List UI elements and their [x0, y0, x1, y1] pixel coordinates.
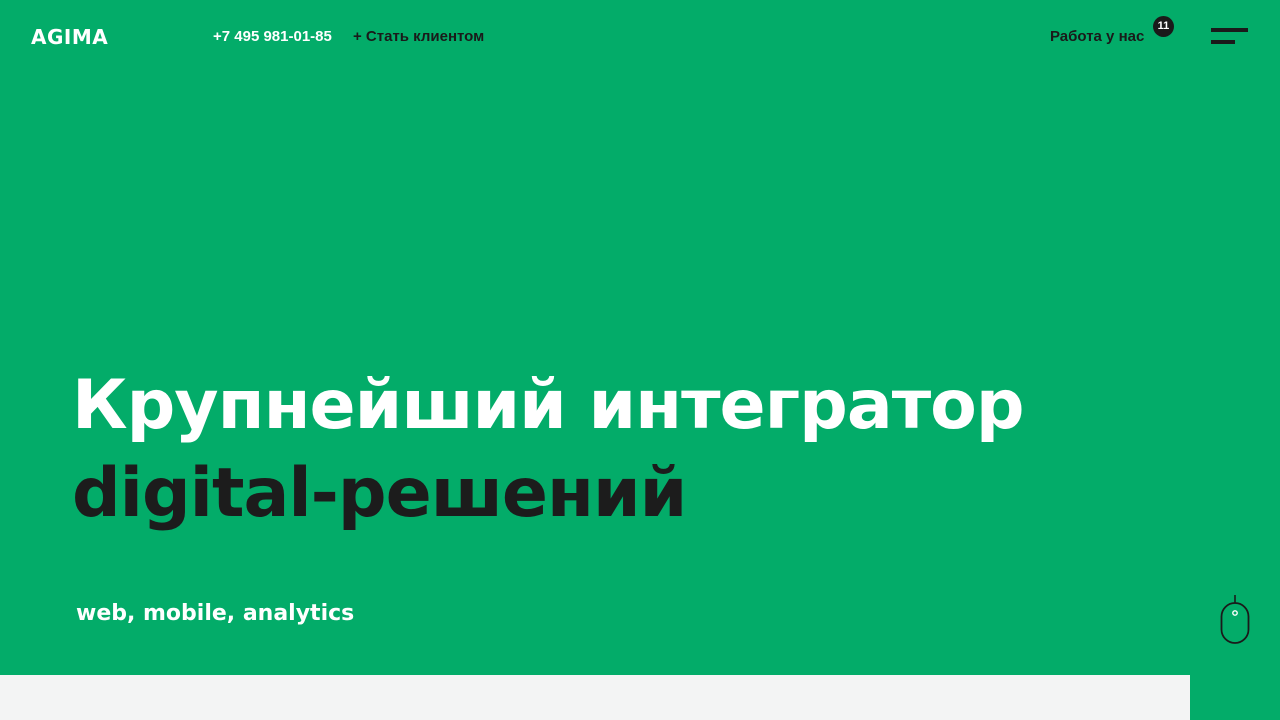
hero-title: Крупнейший интегратор digital-решений: [72, 362, 1025, 538]
mouse-scroll-icon[interactable]: [1219, 595, 1251, 647]
site-header: AGIMA +7 495 981-01-85 + Стать клиентом …: [0, 0, 1280, 72]
phone-link[interactable]: +7 495 981-01-85: [213, 28, 332, 46]
menu-bar-top: [1211, 28, 1248, 32]
become-client-link[interactable]: + Стать клиентом: [353, 28, 484, 46]
hero-title-line1: Крупнейший интегратор: [72, 366, 1025, 445]
next-section-strip: [0, 675, 1190, 720]
landing-page: AGIMA +7 495 981-01-85 + Стать клиентом …: [0, 0, 1280, 720]
careers-count-badge: 11: [1153, 16, 1174, 37]
careers-link[interactable]: Работа у нас: [1050, 28, 1144, 46]
menu-bar-bottom: [1211, 40, 1235, 44]
agima-logo[interactable]: AGIMA: [31, 25, 108, 49]
hamburger-menu-icon[interactable]: [1208, 26, 1252, 48]
hero-title-line2: digital-решений: [72, 454, 687, 533]
hero-tagline: web, mobile, analytics: [76, 601, 355, 626]
